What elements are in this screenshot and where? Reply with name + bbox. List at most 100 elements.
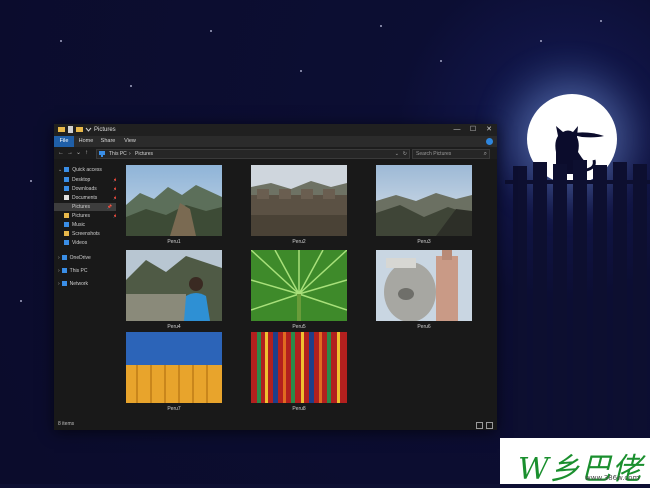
desktop-icon: [64, 177, 69, 183]
star: [600, 20, 602, 22]
file-tile-peru7[interactable]: Peru7: [126, 332, 222, 414]
address-bar[interactable]: This PC › Pictures ⌄ ↻: [96, 149, 410, 159]
minimize-button[interactable]: —: [449, 124, 465, 136]
sidebar-item-quick-access[interactable]: ⌄ Quick access: [58, 166, 116, 174]
sidebar-item-onedrive[interactable]: › OneDrive: [58, 254, 116, 262]
star: [30, 180, 32, 182]
star: [210, 30, 212, 32]
star: [20, 300, 22, 302]
download-icon: [64, 186, 69, 192]
sidebar-item-label: This PC: [69, 268, 88, 274]
document-icon: [64, 195, 69, 201]
new-folder-icon[interactable]: [76, 126, 83, 133]
file-grid: Peru1 Peru2 Peru3 Peru4 Peru5 Peru6 Peru…: [116, 160, 497, 419]
tab-view[interactable]: View: [120, 136, 140, 147]
network-icon: [61, 281, 67, 287]
folder-icon: [64, 213, 69, 219]
file-name: Peru2: [292, 239, 306, 245]
chevron-down-icon[interactable]: ⌄: [395, 150, 399, 158]
sidebar-item-label: Network: [69, 281, 89, 287]
textile-photo-thumbnail: [251, 332, 347, 403]
valley-photo-thumbnail: [376, 165, 472, 236]
tab-home[interactable]: Home: [76, 136, 96, 147]
statue-photo-thumbnail: [376, 250, 472, 321]
mountain-photo-thumbnail: [126, 165, 222, 236]
help-icon[interactable]: [486, 138, 493, 145]
sidebar-item-videos[interactable]: Videos: [64, 239, 122, 247]
explorer-icon: [58, 127, 65, 132]
properties-icon[interactable]: [67, 126, 74, 133]
sidebar-item-label: Quick access: [72, 167, 102, 173]
refresh-icon[interactable]: ↻: [403, 150, 407, 158]
address-row: ← → ⌄ ↑ This PC › Pictures ⌄ ↻ Search Pi…: [54, 147, 497, 159]
large-icons-view-icon[interactable]: [486, 422, 493, 429]
sidebar-item-label: Videos: [72, 240, 88, 246]
navigation-pane: ⌄Quick access Desktop📌 Downloads📌 Docume…: [54, 160, 118, 419]
cloud-icon: [61, 255, 67, 261]
sidebar-item-label: Screenshots: [72, 231, 100, 237]
chevron-right-icon[interactable]: ›: [58, 268, 60, 274]
star: [440, 60, 442, 62]
music-icon: [64, 222, 69, 228]
sidebar-item-documents[interactable]: Documents📌: [64, 194, 122, 202]
close-button[interactable]: ✕: [481, 124, 497, 136]
chevron-down-icon[interactable]: [85, 126, 92, 133]
maximize-button[interactable]: ☐: [465, 124, 481, 136]
file-name: Peru1: [167, 239, 181, 245]
chevron-right-icon[interactable]: ›: [58, 255, 60, 261]
sidebar-item-label: Pictures: [72, 204, 91, 210]
search-input[interactable]: Search Pictures ⌕: [412, 149, 490, 159]
sidebar-item-downloads[interactable]: Downloads📌: [64, 185, 122, 193]
star: [60, 40, 62, 42]
woman-ruins-photo-thumbnail: [126, 250, 222, 321]
sidebar-item-label: Desktop: [72, 177, 91, 183]
breadcrumb-pictures[interactable]: Pictures: [135, 150, 153, 158]
sidebar-item-screenshots[interactable]: Screenshots: [64, 230, 122, 238]
item-count: 8 items: [58, 421, 75, 427]
chevron-down-icon[interactable]: ⌄: [76, 149, 81, 157]
chevron-down-icon[interactable]: ⌄: [58, 167, 62, 173]
star-icon: [64, 167, 70, 173]
forward-arrow-icon[interactable]: →: [67, 149, 73, 157]
breadcrumb-this-pc[interactable]: This PC: [109, 150, 127, 158]
up-arrow-icon[interactable]: ↑: [85, 149, 88, 157]
file-name: Peru3: [417, 239, 431, 245]
file-tile-peru5[interactable]: Peru5: [251, 250, 347, 332]
video-icon: [64, 240, 69, 246]
chevron-right-icon[interactable]: ›: [58, 281, 60, 287]
palm-leaf-photo-thumbnail: [251, 250, 347, 321]
file-tile-peru2[interactable]: Peru2: [251, 165, 347, 247]
back-arrow-icon[interactable]: ←: [58, 149, 64, 157]
sidebar-item-this-pc[interactable]: › This PC: [58, 267, 116, 275]
sidebar-item-network[interactable]: › Network: [58, 280, 116, 288]
file-tile-peru3[interactable]: Peru3: [376, 165, 472, 247]
file-tile-peru6[interactable]: Peru6: [376, 250, 472, 332]
details-view-icon[interactable]: [476, 422, 483, 429]
sidebar-item-pictures[interactable]: Pictures 📌: [54, 203, 116, 211]
sidebar-item-music[interactable]: Music: [64, 221, 122, 229]
tab-share[interactable]: Share: [98, 136, 118, 147]
sidebar-item-pictures-folder[interactable]: Pictures📌: [64, 212, 122, 220]
file-name: Peru4: [167, 324, 181, 330]
stone-wall-photo-thumbnail: [251, 165, 347, 236]
file-name: Peru5: [292, 324, 306, 330]
folder-icon: [64, 231, 69, 237]
sidebar-item-desktop[interactable]: Desktop📌: [64, 176, 122, 184]
file-name: Peru7: [167, 406, 181, 412]
file-tile-peru8[interactable]: Peru8: [251, 332, 347, 414]
file-tile-peru4[interactable]: Peru4: [126, 250, 222, 332]
star: [540, 40, 542, 42]
computer-icon: [61, 268, 67, 274]
star: [380, 25, 382, 27]
title-bar[interactable]: Pictures — ☐ ✕: [54, 124, 497, 136]
file-name: Peru6: [417, 324, 431, 330]
file-tile-peru1[interactable]: Peru1: [126, 165, 222, 247]
yellow-fence-photo-thumbnail: [126, 332, 222, 403]
sidebar-item-label: Downloads: [72, 186, 97, 192]
window-title: Pictures: [94, 127, 116, 133]
tab-file[interactable]: File: [54, 136, 74, 147]
status-bar: 8 items: [54, 419, 497, 430]
pin-icon: 📌: [107, 204, 112, 209]
sidebar-item-label: Music: [72, 222, 86, 228]
star: [300, 70, 302, 72]
